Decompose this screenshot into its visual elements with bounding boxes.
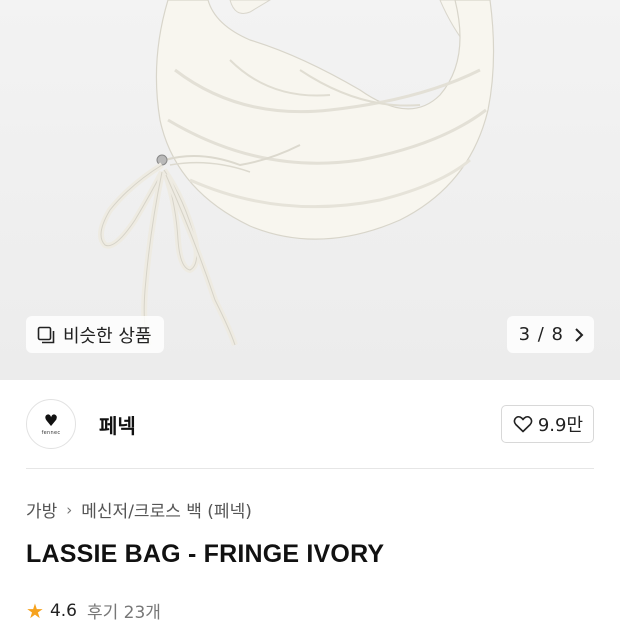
brand-row: ♥ fennec 페넥 9.9만 xyxy=(26,398,594,450)
review-count: 후기 23개 xyxy=(86,603,161,620)
star-icon: ★ xyxy=(26,598,44,620)
divider xyxy=(26,468,594,469)
brand-logo-text: fennec xyxy=(41,429,61,436)
similar-items-icon xyxy=(37,326,55,343)
similar-items-button[interactable]: 비슷한 상품 xyxy=(26,316,164,353)
rating-row[interactable]: ★ 4.6 후기 23개 xyxy=(26,598,161,620)
image-counter: 3 / 8 xyxy=(518,324,564,345)
like-button[interactable]: 9.9만 xyxy=(500,405,594,443)
brand-logo[interactable]: ♥ fennec xyxy=(26,399,76,449)
like-count: 9.9만 xyxy=(537,415,583,436)
breadcrumb-category[interactable]: 가방 xyxy=(26,497,57,522)
breadcrumb-subcategory[interactable]: 메신저/크로스 백 (페넥) xyxy=(81,497,252,522)
chevron-right-icon xyxy=(575,327,584,342)
brand-logo-heart-icon: ♥ xyxy=(43,410,59,430)
similar-items-label: 비슷한 상품 xyxy=(63,325,152,347)
breadcrumb: 가방 › 메신저/크로스 백 (페넥) xyxy=(26,497,252,523)
heart-outline-icon xyxy=(513,415,533,433)
image-counter-button[interactable]: 3 / 8 xyxy=(506,316,594,353)
rating-score: 4.6 xyxy=(49,600,77,620)
product-image-carousel[interactable]: 비슷한 상품 3 / 8 xyxy=(0,0,620,380)
product-title: LASSIE BAG - FRINGE IVORY xyxy=(26,540,385,568)
brand-name[interactable]: 페넥 xyxy=(99,410,136,439)
chevron-right-icon: › xyxy=(66,500,73,519)
